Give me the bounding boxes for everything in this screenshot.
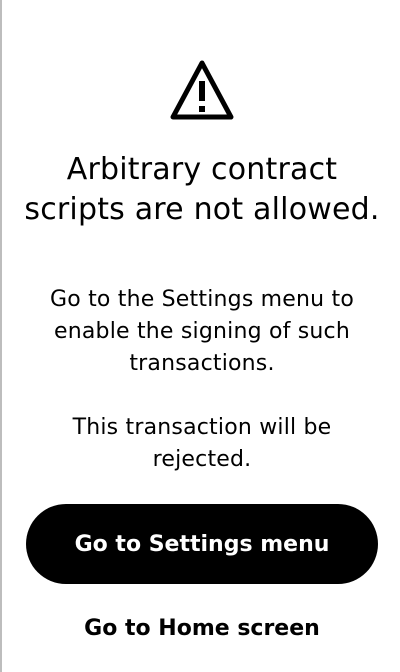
instruction-text: Go to the Settings menu to enable the si… [49, 287, 355, 376]
go-to-home-button[interactable]: Go to Home screen [26, 604, 378, 652]
go-to-settings-button[interactable]: Go to Settings menu [26, 504, 378, 584]
warning-triangle-icon [170, 60, 234, 120]
page-title: Arbitrary contract scripts are not allow… [24, 152, 380, 227]
warning-screen: Arbitrary contract scripts are not allow… [0, 0, 400, 672]
rejection-notice: This transaction will be rejected. [72, 415, 332, 472]
